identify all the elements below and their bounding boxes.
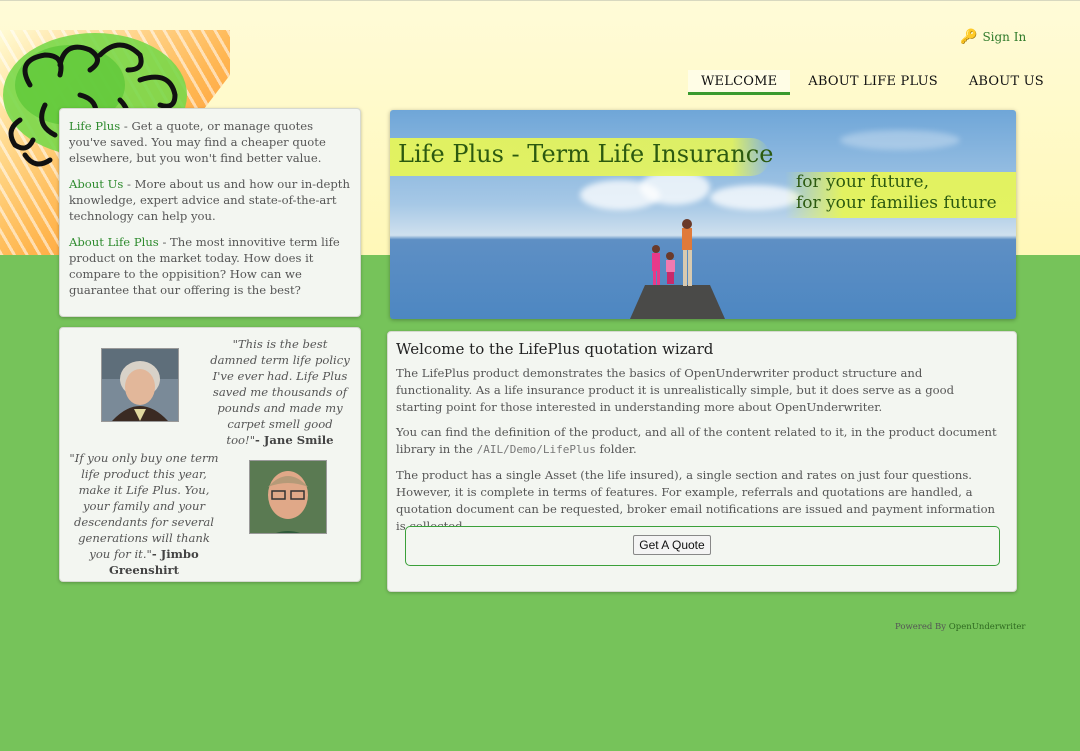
nav-item-about-us[interactable]: ABOUT US (956, 70, 1057, 91)
intro-paragraph: The LifePlus product demonstrates the ba… (396, 366, 955, 414)
about-life-plus-link[interactable]: About Life Plus (69, 235, 159, 249)
get-a-quote-button[interactable]: Get A Quote (633, 535, 711, 555)
testimonial-jimbo-greenshirt: "If you only buy one term life product t… (68, 450, 220, 578)
sign-in-link[interactable]: 🔑 Sign In (960, 29, 1026, 45)
testimonial-quote: "If you only buy one term life product t… (69, 451, 219, 561)
testimonial-quote: "This is the best damned term life polic… (210, 337, 350, 447)
powered-by-label: Powered By (895, 622, 949, 632)
banner-subtitle: for your future, for your families futur… (796, 172, 997, 214)
definition-suffix: folder. (595, 442, 637, 456)
openunderwriter-link[interactable]: OpenUnderwriter (949, 622, 1026, 632)
link-description-life-plus: Life Plus - Get a quote, or manage quote… (69, 118, 351, 166)
nav-item-welcome[interactable]: WELCOME (688, 70, 791, 95)
top-border (0, 0, 1080, 1)
quotation-wizard-panel: Welcome to the LifePlus quotation wizard… (387, 331, 1017, 592)
banner-subtitle-line1: for your future, (796, 172, 929, 192)
link-description-about-life-plus: About Life Plus - The most innovitive te… (69, 234, 351, 298)
testimonial-author: - Jane Smile (255, 433, 334, 447)
sign-in-label: Sign In (982, 30, 1027, 44)
page-title: Welcome to the LifePlus quotation wizard (396, 340, 714, 358)
definition-paragraph: You can find the definition of the produ… (396, 424, 1001, 458)
links-panel: Life Plus - Get a quote, or manage quote… (59, 108, 361, 317)
life-plus-link[interactable]: Life Plus (69, 119, 120, 133)
get-quote-box: Get A Quote (405, 526, 1000, 566)
hero-banner: Life Plus - Term Life Insurance for your… (390, 110, 1016, 319)
main-nav: WELCOME ABOUT LIFE PLUS ABOUT US (688, 70, 1057, 95)
testimonials-panel: "This is the best damned term life polic… (59, 327, 361, 582)
banner-title: Life Plus - Term Life Insurance (398, 140, 774, 168)
key-icon: 🔑 (960, 29, 978, 45)
testimonial-jane-smile: "This is the best damned term life polic… (210, 336, 350, 448)
avatar-jimbo-greenshirt (249, 460, 327, 534)
nav-item-about-life-plus[interactable]: ABOUT LIFE PLUS (795, 70, 951, 91)
link-description-about-us: About Us - More about us and how our in-… (69, 176, 351, 224)
features-paragraph: The product has a single Asset (the life… (396, 468, 996, 533)
avatar-jane-smile (101, 348, 179, 422)
powered-by-footer: Powered By OpenUnderwriter (895, 622, 1025, 632)
banner-subtitle-line2: for your families future (796, 193, 997, 213)
about-us-link[interactable]: About Us (69, 177, 123, 191)
product-path: /AIL/Demo/LifePlus (476, 443, 596, 456)
